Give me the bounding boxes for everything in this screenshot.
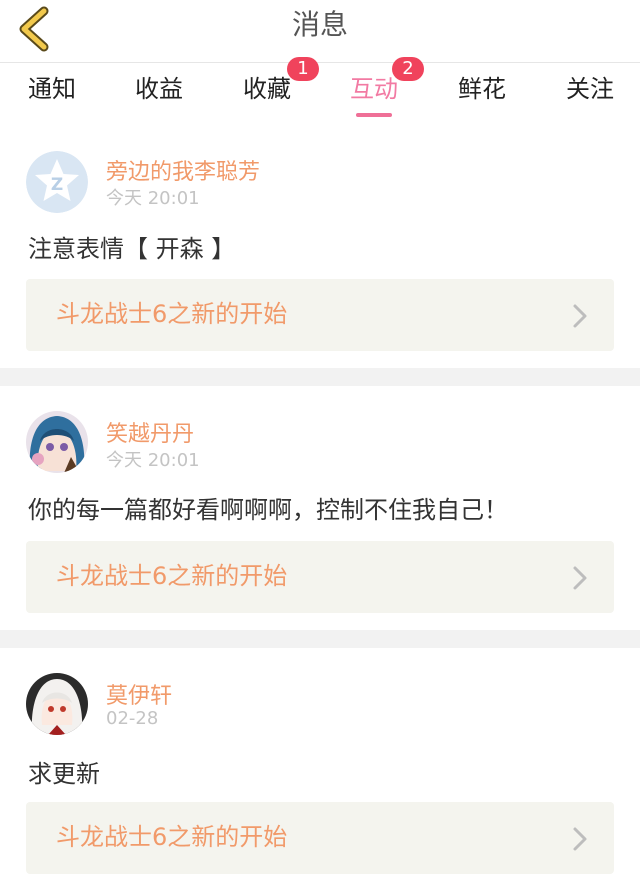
comment-text: 你的每一篇都好看啊啊啊，控制不住我自己！	[28, 496, 508, 524]
tab-favorites[interactable]: 收藏 1	[243, 57, 319, 123]
qq-star-avatar-icon: Z	[26, 151, 88, 213]
story-title: 斗龙战士6之新的开始	[56, 562, 288, 590]
comment-text: 求更新	[28, 760, 100, 788]
timestamp: 今天 20:01	[106, 188, 200, 209]
anime-white-hair-avatar-icon	[26, 673, 88, 735]
page-title: 消息	[291, 8, 348, 41]
story-link-button[interactable]: 斗龙战士6之新的开始	[26, 541, 614, 613]
tab-notifications[interactable]: 通知	[28, 63, 76, 123]
message-card: 笑越丹丹 今天 20:01 你的每一篇都好看啊啊啊，控制不住我自己！ 斗龙战士6…	[0, 386, 640, 630]
username[interactable]: 旁边的我李聪芳	[106, 154, 260, 186]
story-link-button[interactable]: 斗龙战士6之新的开始	[26, 802, 614, 874]
avatar[interactable]	[26, 673, 88, 735]
username[interactable]: 莫伊轩	[106, 678, 172, 710]
comment-text: 注意表情【 开森 】	[28, 235, 236, 263]
chevron-right-icon	[573, 304, 587, 328]
tab-label: 收藏	[243, 75, 291, 103]
tab-label: 收益	[135, 75, 183, 103]
timestamp: 02-28	[106, 708, 159, 729]
story-title: 斗龙战士6之新的开始	[56, 823, 288, 851]
username[interactable]: 笑越丹丹	[106, 416, 194, 448]
chevron-right-icon	[573, 566, 587, 590]
tab-interactions[interactable]: 互动 2	[350, 57, 424, 123]
tab-label: 关注	[566, 75, 614, 103]
story-link-button[interactable]: 斗龙战士6之新的开始	[26, 279, 614, 351]
favorites-count-badge: 1	[287, 57, 319, 81]
back-button[interactable]	[14, 6, 54, 52]
chevron-right-icon	[573, 827, 587, 851]
section-divider	[0, 630, 640, 648]
tab-label: 互动	[350, 75, 398, 103]
message-card: 莫伊轩 02-28 求更新 斗龙战士6之新的开始	[0, 648, 640, 887]
svg-text:Z: Z	[51, 175, 63, 195]
chevron-left-icon	[19, 6, 49, 52]
top-bar: 消息	[0, 0, 640, 63]
interactions-count-badge: 2	[392, 57, 424, 81]
tab-label: 鲜花	[458, 75, 506, 103]
tab-flowers[interactable]: 鲜花	[458, 63, 506, 123]
avatar[interactable]: Z	[26, 151, 88, 213]
story-title: 斗龙战士6之新的开始	[56, 300, 288, 328]
avatar[interactable]	[26, 411, 88, 473]
active-tab-indicator	[356, 113, 392, 117]
tab-bar: 通知 收益 收藏 1 互动 2 鲜花 关注	[0, 57, 640, 123]
anime-girl-avatar-icon	[26, 411, 88, 473]
message-card: Z 旁边的我李聪芳 今天 20:01 注意表情【 开森 】 斗龙战士6之新的开始	[0, 124, 640, 368]
tab-following[interactable]: 关注	[566, 63, 614, 123]
tab-earnings[interactable]: 收益	[135, 63, 183, 123]
tab-label: 通知	[28, 75, 76, 103]
timestamp: 今天 20:01	[106, 450, 200, 471]
section-divider	[0, 368, 640, 386]
